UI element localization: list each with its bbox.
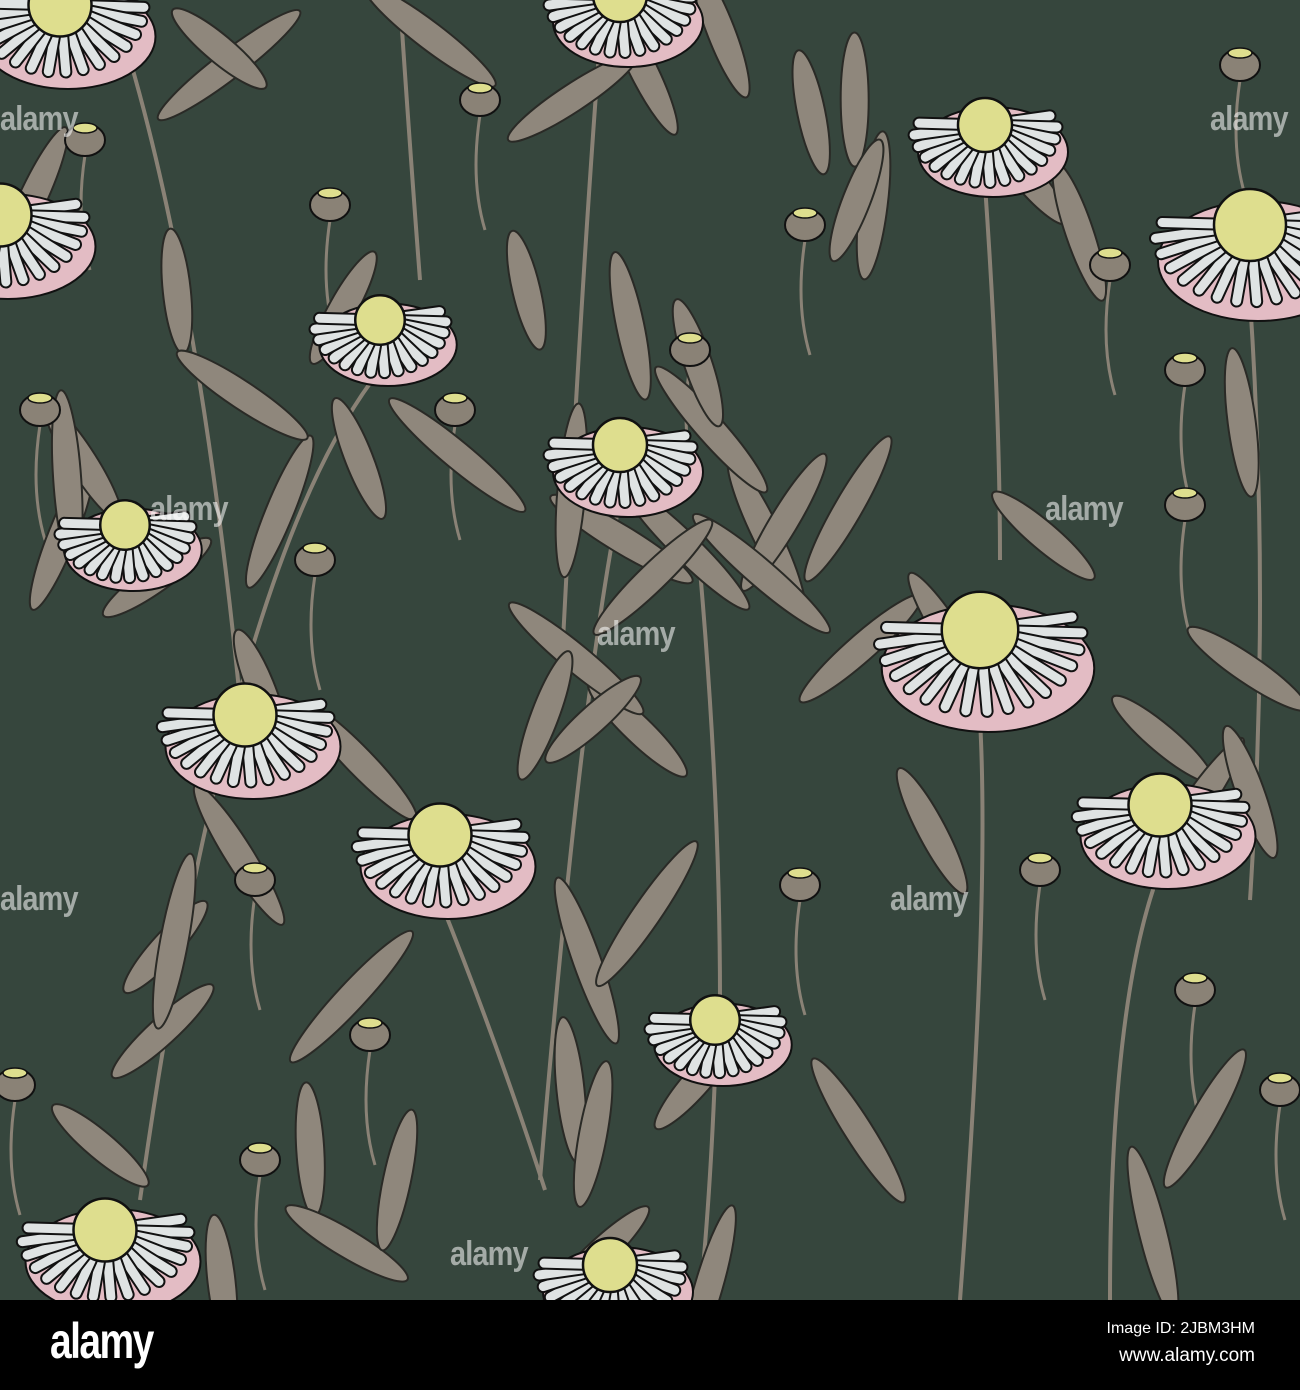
bud-top [792,207,818,219]
bud-top [242,862,268,874]
watermark: alamy [0,880,79,918]
bud-stem [254,1174,267,1291]
watermark: alamy [890,880,969,918]
flower-center [591,416,649,474]
flower-center [354,294,406,346]
leaf [160,227,194,355]
leaf [595,840,699,988]
bud-stem [249,894,262,1011]
flower-center [212,682,278,748]
leaf [375,1108,419,1252]
leaf [505,229,547,351]
bud-top [1227,47,1253,59]
flower-center [99,499,151,551]
alamy-logo: alamy [50,1313,154,1369]
bud-top [357,1017,383,1029]
bud-top [1172,352,1198,364]
footer-bar: alamy Image ID: 2JBM3HM www.alamy.com [0,1300,1300,1390]
bud-stem [309,574,322,691]
bud-top [1027,852,1053,864]
flower-center [72,1197,138,1263]
bud-stem [34,424,47,541]
bud-stem [1034,884,1047,1001]
leaf [810,1057,907,1204]
leaf [1051,162,1108,302]
bud-top [2,1067,28,1079]
bud-top [27,392,53,404]
bud-top [1182,972,1208,984]
leaf [608,251,652,401]
bud-top [247,1142,273,1154]
leaf [330,396,388,520]
bud-top [442,392,468,404]
watermark: alamy [1210,100,1289,138]
bud-stem [1179,519,1192,636]
bud-stem [799,239,812,356]
watermark: alamy [597,615,676,653]
website-url: www.alamy.com [1119,1345,1255,1366]
bud-top [677,332,703,344]
leaf [1162,1048,1247,1189]
leaf [362,0,497,88]
image-id: Image ID: 2JBM3HM [1106,1320,1255,1337]
bud-stem [1274,1104,1287,1221]
bud-stem [794,899,807,1016]
flower-center [407,802,473,868]
bud-top [1172,487,1198,499]
stem [438,899,547,1191]
bud-top [787,867,813,879]
bud-top [1097,247,1123,259]
leaf [803,435,893,583]
watermark: alamy [0,100,79,138]
leaf [791,49,831,176]
bud-top [317,187,343,199]
bud-stem [1104,279,1117,396]
stem [698,569,722,1001]
image-frame: alamy alamy alamy alamy alamy alamy alam… [0,0,1300,1390]
flower-center [1212,187,1288,263]
leaf [50,1103,150,1188]
stem [958,719,985,1300]
bud-stem [9,1099,22,1216]
bud-top [1267,1072,1293,1084]
watermark: alamy [150,490,229,528]
leaf [516,650,574,781]
flower-center [1127,772,1193,838]
flower-center [940,590,1020,670]
flower-center [581,1236,639,1294]
flower-center [689,994,741,1046]
bud-stem [364,1049,377,1166]
bud-stem [474,114,487,231]
stem [558,39,602,701]
bud-stem [1179,384,1192,501]
bud-top [302,542,328,554]
leaf [839,31,870,168]
leaf [1186,625,1300,712]
leaf [175,349,309,441]
leaf [204,1213,239,1300]
bud-top [467,82,493,94]
flower-center [956,96,1014,154]
leaf [288,929,415,1064]
watermark: alamy [450,1235,529,1273]
leaf [294,1081,326,1218]
watermark: alamy [1045,490,1124,528]
